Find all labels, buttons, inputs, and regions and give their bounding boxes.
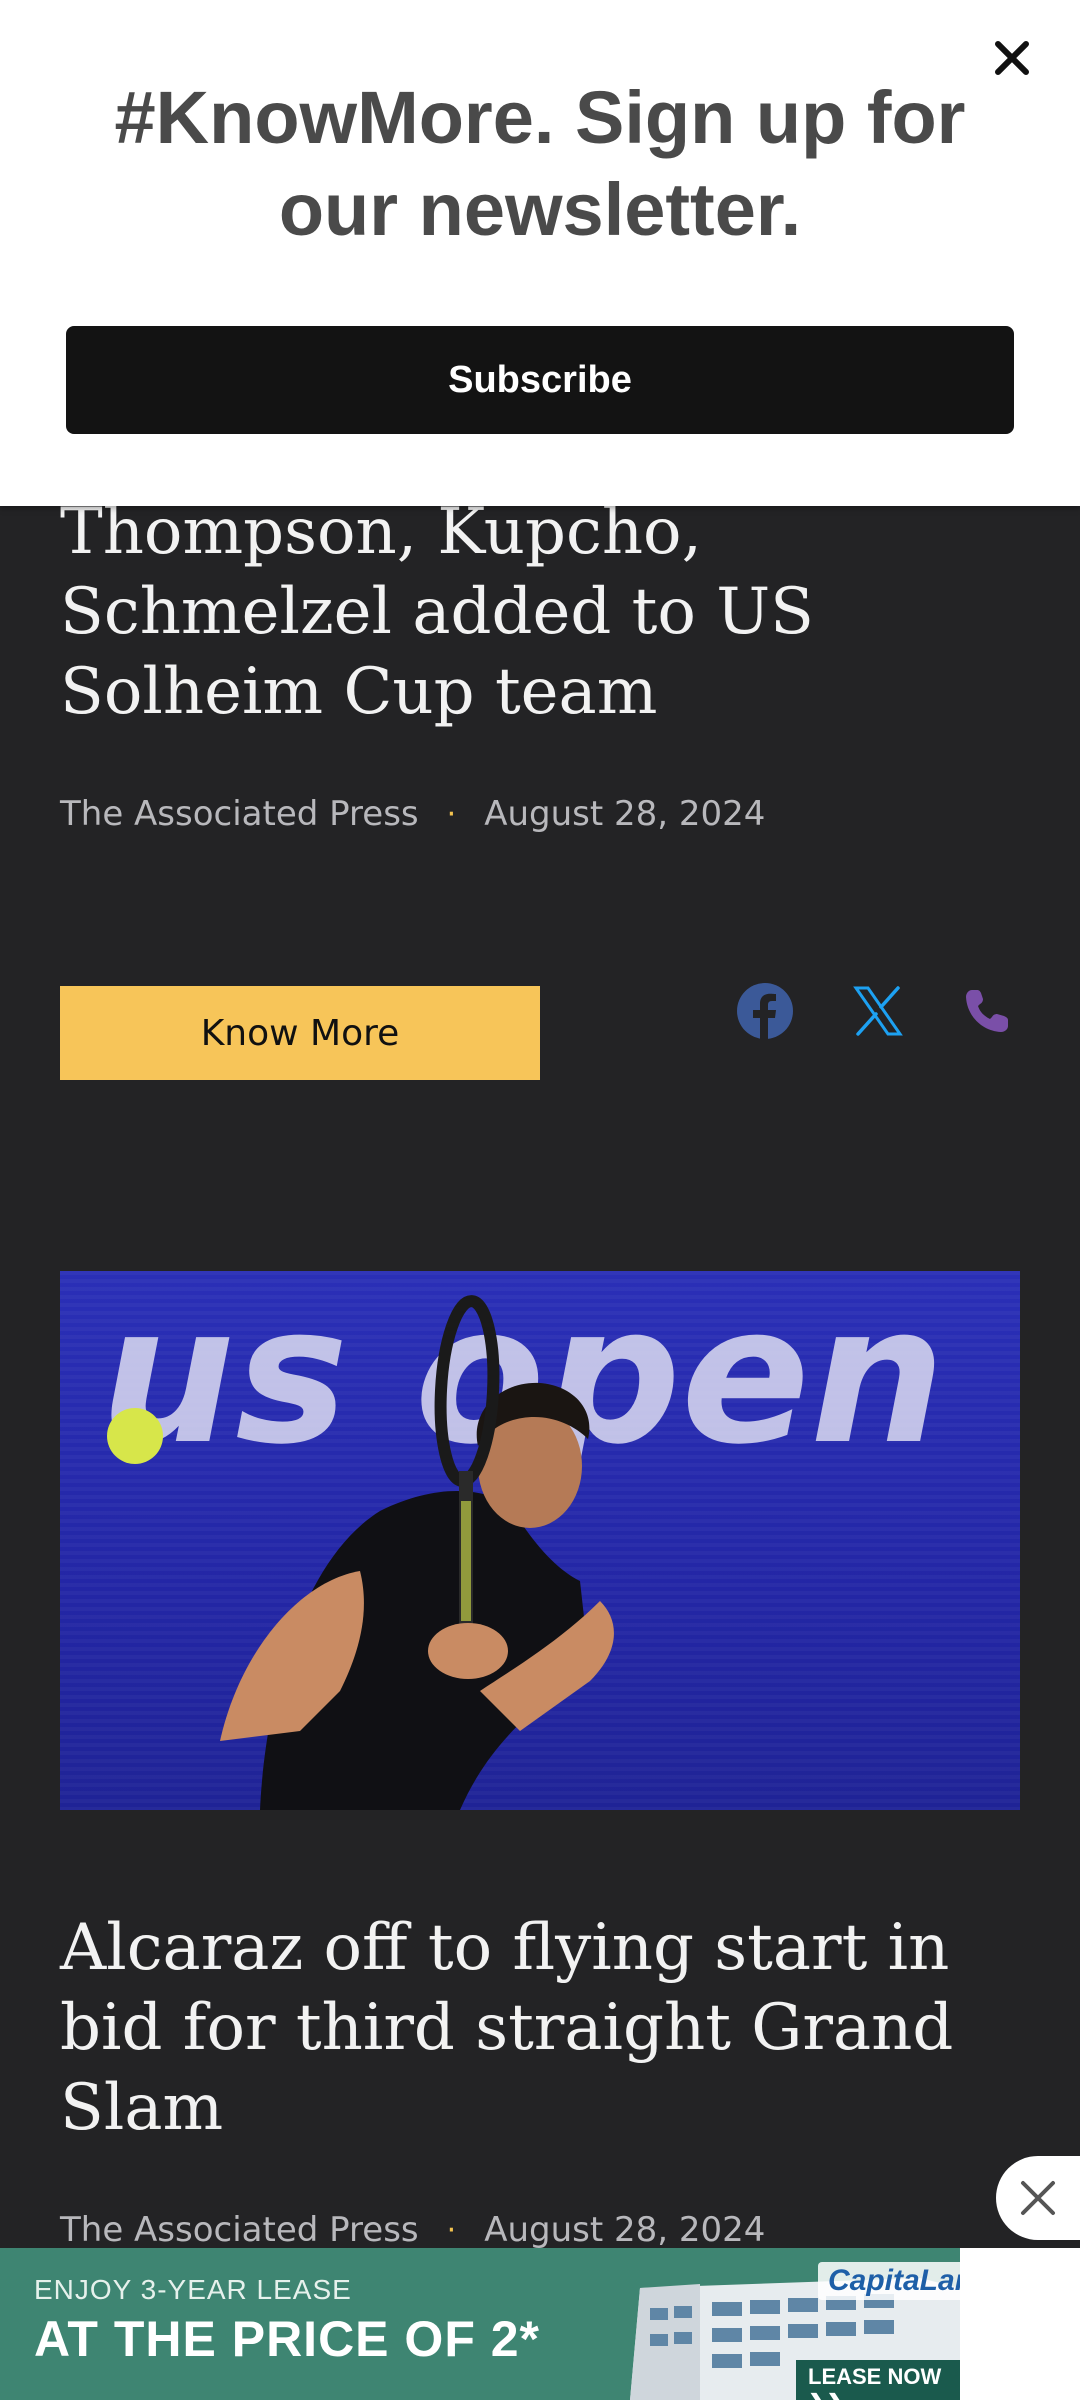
- close-icon: [1021, 2181, 1055, 2215]
- article-meta: The Associated Press · August 28, 2024: [60, 2210, 765, 2250]
- facebook-icon: [737, 983, 793, 1040]
- banner-ad: ENJOY 3-YEAR LEASE AT THE PRICE OF 2* Ca…: [0, 2248, 1080, 2400]
- ad-small-text: ENJOY 3-YEAR LEASE: [34, 2274, 352, 2305]
- share-x-button[interactable]: [843, 976, 913, 1046]
- ad-headline: AT THE PRICE OF 2*: [34, 2311, 541, 2367]
- article-title[interactable]: Alcaraz off to flying start in bid for t…: [60, 1908, 1020, 2148]
- newsletter-overlay: #KnowMore. Sign up for our newsletter. S…: [0, 0, 1080, 506]
- article-title[interactable]: Thompson, Kupcho, Schmelzel added to US …: [60, 492, 1020, 732]
- ad-creative[interactable]: ENJOY 3-YEAR LEASE AT THE PRICE OF 2* Ca…: [0, 2248, 960, 2400]
- x-icon: [853, 986, 903, 1036]
- us-open-photo: us open: [60, 1271, 1020, 1810]
- share-phone-button[interactable]: [952, 976, 1022, 1046]
- article-source: The Associated Press: [60, 794, 419, 834]
- ad-close-button[interactable]: [996, 2156, 1080, 2240]
- article-meta: The Associated Press · August 28, 2024: [60, 794, 765, 834]
- meta-separator: ·: [446, 2212, 457, 2248]
- subscribe-button[interactable]: Subscribe: [66, 326, 1014, 434]
- newsletter-headline: #KnowMore. Sign up for our newsletter.: [114, 76, 966, 251]
- article-image[interactable]: us open: [60, 1271, 1020, 1810]
- article-date: August 28, 2024: [484, 794, 766, 834]
- article-source: The Associated Press: [60, 2210, 419, 2250]
- share-facebook-button[interactable]: [730, 976, 800, 1046]
- ad-cta-button[interactable]: LEASE NOW ❯❯: [796, 2360, 960, 2400]
- know-more-button[interactable]: Know More: [60, 986, 540, 1080]
- ad-brand-logo: CapitaLand: [818, 2262, 960, 2300]
- article-date: August 28, 2024: [484, 2210, 766, 2250]
- phone-icon: [966, 990, 1008, 1032]
- meta-separator: ·: [446, 796, 457, 832]
